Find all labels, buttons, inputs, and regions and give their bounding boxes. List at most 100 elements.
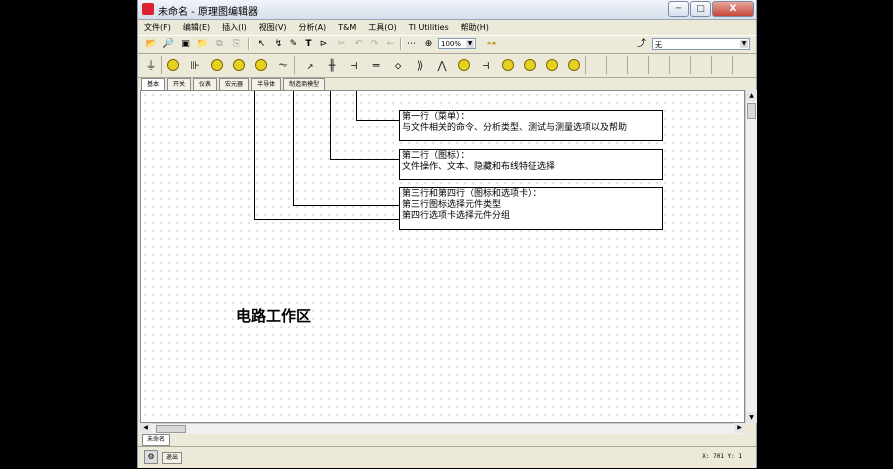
horizontal-scroll-thumb[interactable]: [156, 425, 186, 433]
menu-analysis[interactable]: 分析(A): [298, 22, 326, 33]
back-icon[interactable]: ←: [383, 37, 398, 51]
electrolytic-capacitor-icon[interactable]: ═: [367, 56, 385, 74]
cursor-coordinates: X: 701 Y: 1: [702, 453, 742, 460]
menu-ti-utilities[interactable]: TI Utilities: [409, 23, 449, 32]
scroll-down-icon[interactable]: ▼: [746, 412, 757, 423]
pen-icon[interactable]: ✎: [286, 37, 301, 51]
toolbar-separator: [669, 56, 670, 74]
select-pointer-icon[interactable]: ↖: [254, 37, 269, 51]
grid-icon[interactable]: ⋯: [404, 37, 419, 51]
exit-button[interactable]: 退出: [162, 452, 183, 464]
meter-a-icon[interactable]: [499, 56, 517, 74]
toolbar-separator: [690, 56, 691, 74]
tab-macros[interactable]: 宏元器: [219, 78, 250, 90]
close-button[interactable]: X: [712, 1, 754, 17]
work-area-label: 电路工作区: [236, 307, 312, 325]
zoom-select[interactable]: 100% ▼: [438, 38, 476, 49]
battery-icon[interactable]: ⊪: [186, 56, 204, 74]
current-source-icon[interactable]: [208, 56, 226, 74]
component-toolbar: ⏚ ⊪ ⏦ ↗ ╫ ⊣ ═ ◇ ⟫ ⋀ ⊣: [138, 53, 756, 78]
horizontal-scrollbar[interactable]: ◀ ▶: [140, 423, 745, 434]
resistor-icon[interactable]: ⏦: [274, 56, 292, 74]
scroll-up-icon[interactable]: ▲: [746, 90, 757, 101]
menu-tools[interactable]: 工具(O): [368, 22, 397, 33]
leader-line: [293, 205, 399, 206]
leader-line: [330, 91, 331, 160]
menu-file[interactable]: 文件(F): [144, 22, 171, 33]
maximize-button[interactable]: □: [690, 1, 711, 17]
menu-tm[interactable]: T&M: [338, 23, 356, 32]
led-icon[interactable]: [455, 56, 473, 74]
polarized-capacitor-icon[interactable]: ⊣: [345, 56, 363, 74]
leader-line: [356, 91, 357, 121]
transformer-icon[interactable]: ⟫: [411, 56, 429, 74]
toolbar-separator: [161, 56, 162, 74]
copy-icon[interactable]: ⧉: [212, 37, 227, 51]
net-select-icon[interactable]: ⤴: [634, 37, 649, 51]
zoom-value: 100%: [441, 40, 462, 48]
wire-pointer-icon[interactable]: ↯: [271, 37, 286, 51]
menu-help[interactable]: 帮助(H): [461, 22, 489, 33]
toolbar-separator: [648, 56, 649, 74]
leader-line: [293, 91, 294, 206]
open-icon[interactable]: 📁: [195, 37, 210, 51]
window-controls: ─ □ X: [668, 1, 754, 17]
meter-v-icon[interactable]: [521, 56, 539, 74]
callout-icons: 第二行（图标）： 文件操作、文本、隐藏和布线特征选择: [399, 149, 663, 180]
app-icon: [142, 3, 154, 15]
capacitor-icon[interactable]: ╫: [323, 56, 341, 74]
open-folder-icon[interactable]: 📂: [144, 37, 159, 51]
toolbar-separator: [627, 56, 628, 74]
scroll-right-icon[interactable]: ▶: [734, 423, 745, 433]
paste-icon[interactable]: ⎘: [229, 37, 244, 51]
cut-icon[interactable]: ✂: [334, 37, 349, 51]
menu-insert[interactable]: 插入(I): [222, 22, 247, 33]
sheet-tab-untitled[interactable]: 未命名: [142, 434, 171, 446]
component-group-tabs: 基本 开关 仪表 宏元器 半导体 制造商模型: [138, 78, 756, 90]
ground-icon[interactable]: ⏚: [142, 56, 160, 74]
find-icon[interactable]: 🔎: [161, 37, 176, 51]
tab-meters[interactable]: 仪表: [193, 78, 218, 90]
probe-icon[interactable]: ⊳: [316, 37, 331, 51]
sine-source-icon[interactable]: [252, 56, 270, 74]
vertical-scroll-thumb[interactable]: [747, 103, 756, 119]
scroll-left-icon[interactable]: ◀: [140, 423, 151, 433]
title-bar: 未命名 - 原理图编辑器 ─ □ X: [138, 0, 756, 20]
callout-tabs-title: 第三行和第四行（图标和选项卡）：: [402, 189, 542, 199]
leader-line: [330, 159, 399, 160]
menu-bar: 文件(F) 编辑(E) 插入(I) 视图(V) 分析(A) T&M 工具(O) …: [138, 20, 756, 34]
component-icon[interactable]: ⊶: [484, 37, 499, 51]
undo-icon[interactable]: ↶: [351, 37, 366, 51]
leader-line: [254, 219, 399, 220]
meter-probe-icon[interactable]: [565, 56, 583, 74]
diode-icon[interactable]: ⋀: [433, 56, 451, 74]
ac-source-icon[interactable]: [230, 56, 248, 74]
tab-basic[interactable]: 基本: [141, 78, 166, 90]
save-icon[interactable]: ▣: [178, 37, 193, 51]
menu-edit[interactable]: 编辑(E): [183, 22, 210, 33]
toolbar-separator: [585, 56, 586, 74]
circuit-work-area[interactable]: 第一行（菜单）： 与文件相关的命令、分析类型、测试与测量选项以及帮助 第二行（图…: [140, 90, 745, 423]
redo-icon[interactable]: ↷: [367, 37, 382, 51]
callout-icons-title: 第二行（图标）：: [402, 151, 470, 161]
callout-menu: 第一行（菜单）： 与文件相关的命令、分析类型、测试与测量选项以及帮助: [399, 110, 663, 141]
minimize-button[interactable]: ─: [668, 1, 689, 17]
app-status-icon: ⚙: [144, 450, 158, 464]
vertical-scrollbar[interactable]: ▲ ▼: [745, 90, 757, 423]
sheet-tabs: 未命名: [138, 434, 756, 446]
switch-icon[interactable]: ⊣: [477, 56, 495, 74]
meter-w-icon[interactable]: [543, 56, 561, 74]
inductor-icon[interactable]: ◇: [389, 56, 407, 74]
toolbar-separator: [248, 38, 250, 50]
zoom-icon[interactable]: ⊕: [421, 37, 436, 51]
schematic-editor-window: 未命名 - 原理图编辑器 ─ □ X 文件(F) 编辑(E) 插入(I) 视图(…: [137, 0, 757, 468]
menu-view[interactable]: 视图(V): [259, 22, 287, 33]
tab-switches[interactable]: 开关: [167, 78, 192, 90]
variable-resistor-icon[interactable]: ↗: [301, 56, 319, 74]
voltage-source-icon[interactable]: [164, 56, 182, 74]
tab-manufacturer-models[interactable]: 制造商模型: [283, 78, 326, 90]
text-icon[interactable]: T: [301, 37, 316, 51]
tab-semiconductors[interactable]: 半导体: [251, 78, 282, 90]
net-select[interactable]: 无 ▼: [652, 38, 750, 50]
toolbar-separator: [606, 56, 607, 74]
